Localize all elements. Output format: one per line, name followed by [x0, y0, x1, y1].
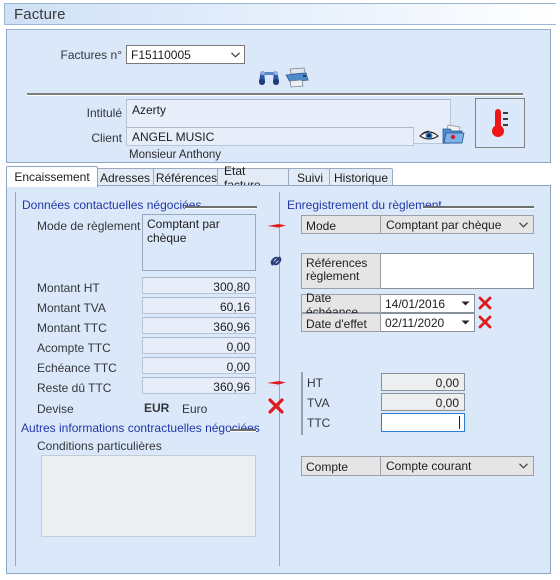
chevron-down-icon — [227, 51, 244, 58]
tva-label: TVA — [307, 396, 330, 410]
ht-field[interactable]: 0,00 — [381, 373, 465, 391]
tab-historique[interactable]: Historique — [329, 168, 393, 186]
compte-label: Compte — [301, 456, 381, 476]
references-reglement-field[interactable] — [381, 253, 534, 289]
ttc-field[interactable] — [381, 413, 465, 432]
tab-etat-facture[interactable]: Etat facture — [217, 164, 291, 192]
devise-label: Devise — [37, 402, 74, 416]
echeance-ttc-value: 0,00 — [142, 357, 256, 374]
right-group-title: Enregistrement du règlement — [287, 198, 442, 212]
tab-label: Encaissement — [14, 170, 90, 184]
chevron-down-icon — [513, 221, 533, 228]
right-group-underline — [423, 206, 534, 209]
client-field[interactable]: ANGEL MUSIC — [126, 127, 414, 146]
date-echeance-field[interactable]: 14/01/2016 — [381, 294, 475, 313]
header-divider — [27, 93, 523, 96]
chevron-down-icon[interactable] — [457, 301, 474, 306]
reste-du-ttc-label: Reste dû TTC — [37, 381, 112, 395]
folder-icon[interactable] — [441, 124, 465, 149]
mode-reglement-label: Mode de règlement — [37, 219, 141, 233]
references-reglement-label: Références règlement — [301, 253, 381, 289]
montant-tva-value: 60,16 — [142, 297, 256, 314]
tab-label: Références — [155, 170, 218, 185]
tva-field[interactable]: 0,00 — [381, 393, 465, 411]
echeance-ttc-label: Echéance TTC — [37, 361, 117, 375]
clear-date-effet-icon[interactable] — [478, 315, 492, 332]
left-group-rule — [15, 192, 16, 566]
facture-window: Facture Factures n° F15110005 Intitulé A… — [0, 0, 560, 580]
other-info-group-title: Autres informations contractuelles négoc… — [21, 421, 260, 435]
tab-label: Suivi — [296, 170, 323, 185]
acompte-ttc-label: Acompte TTC — [37, 341, 111, 355]
eye-icon[interactable] — [419, 128, 439, 146]
other-info-underline — [230, 429, 256, 432]
binoculars-icon[interactable] — [257, 67, 281, 90]
red-arrow-icon[interactable] — [265, 219, 287, 235]
date-effet-label: Date d'effet — [301, 313, 381, 332]
conditions-particulieres-field[interactable] — [41, 455, 256, 537]
tab-label: Adresses — [99, 170, 151, 185]
facture-no-value: F15110005 — [131, 47, 191, 62]
window-titlebar: Facture — [4, 3, 556, 25]
red-x-icon[interactable] — [268, 398, 284, 417]
montant-ht-label: Montant HT — [37, 281, 100, 295]
mode-combo[interactable]: Comptant par chèque — [381, 215, 534, 234]
left-group-title: Données contactuelles négociées — [22, 198, 202, 212]
facture-no-label: Factures n° — [60, 48, 123, 62]
encaissement-tabpage: Données contactuelles négociées Mode de … — [6, 185, 551, 574]
date-echeance-value: 14/01/2016 — [385, 296, 446, 311]
intitule-label: Intitulé — [86, 106, 122, 120]
devise-name: Euro — [182, 402, 208, 416]
header-panel: Factures n° F15110005 Intitulé Azerty Cl… — [6, 29, 551, 163]
tab-encaissement[interactable]: Encaissement — [6, 166, 98, 187]
references-reglement-label-text: Références règlement — [306, 256, 368, 283]
chevron-down-icon — [513, 463, 533, 469]
tab-references[interactable]: Références — [153, 168, 220, 186]
thermometer-button[interactable] — [475, 98, 525, 148]
facture-no-combo[interactable]: F15110005 — [126, 45, 245, 64]
left-group-underline — [185, 206, 257, 209]
montant-tva-label: Montant TVA — [37, 301, 106, 315]
date-echeance-label: Date échéance — [301, 291, 381, 319]
client-contact: Monsieur Anthony — [129, 149, 222, 161]
montant-ttc-label: Montant TTC — [37, 321, 107, 335]
clear-date-echeance-icon[interactable] — [478, 296, 492, 313]
text-caret — [459, 416, 460, 429]
tab-label: Historique — [333, 170, 389, 185]
reste-du-ttc-value: 360,96 — [142, 377, 256, 394]
devise-code: EUR — [144, 401, 170, 415]
date-effet-value: 02/11/2020 — [385, 315, 445, 330]
tab-adresses[interactable]: Adresses — [94, 168, 156, 186]
conditions-particulieres-label: Conditions particulières — [37, 439, 162, 453]
tabstrip: Encaissement Adresses Références Etat fa… — [6, 164, 551, 192]
mode-combo-value: Comptant par chèque — [386, 217, 502, 232]
mode-label: Mode — [301, 215, 381, 234]
window-title: Facture — [14, 5, 66, 23]
montant-ttc-value: 360,96 — [142, 317, 256, 334]
link-icon[interactable] — [267, 252, 285, 273]
compte-combo[interactable]: Compte courant — [381, 456, 534, 476]
date-effet-field[interactable]: 02/11/2020 — [381, 313, 475, 332]
compte-combo-value: Compte courant — [386, 459, 472, 473]
montant-ht-value: 300,80 — [142, 277, 256, 294]
amount-block-rule — [301, 372, 303, 435]
client-label: Client — [91, 131, 122, 145]
acompte-ttc-value: 0,00 — [142, 337, 256, 354]
printer-icon[interactable] — [284, 67, 310, 91]
mode-reglement-field[interactable]: Comptant par chèque — [142, 214, 256, 271]
ht-label: HT — [307, 376, 323, 390]
tab-suivi[interactable]: Suivi — [288, 168, 332, 186]
red-arrow-icon[interactable] — [265, 376, 287, 392]
ttc-label: TTC — [307, 416, 331, 430]
chevron-down-icon[interactable] — [457, 320, 474, 325]
thermometer-icon — [492, 109, 508, 137]
